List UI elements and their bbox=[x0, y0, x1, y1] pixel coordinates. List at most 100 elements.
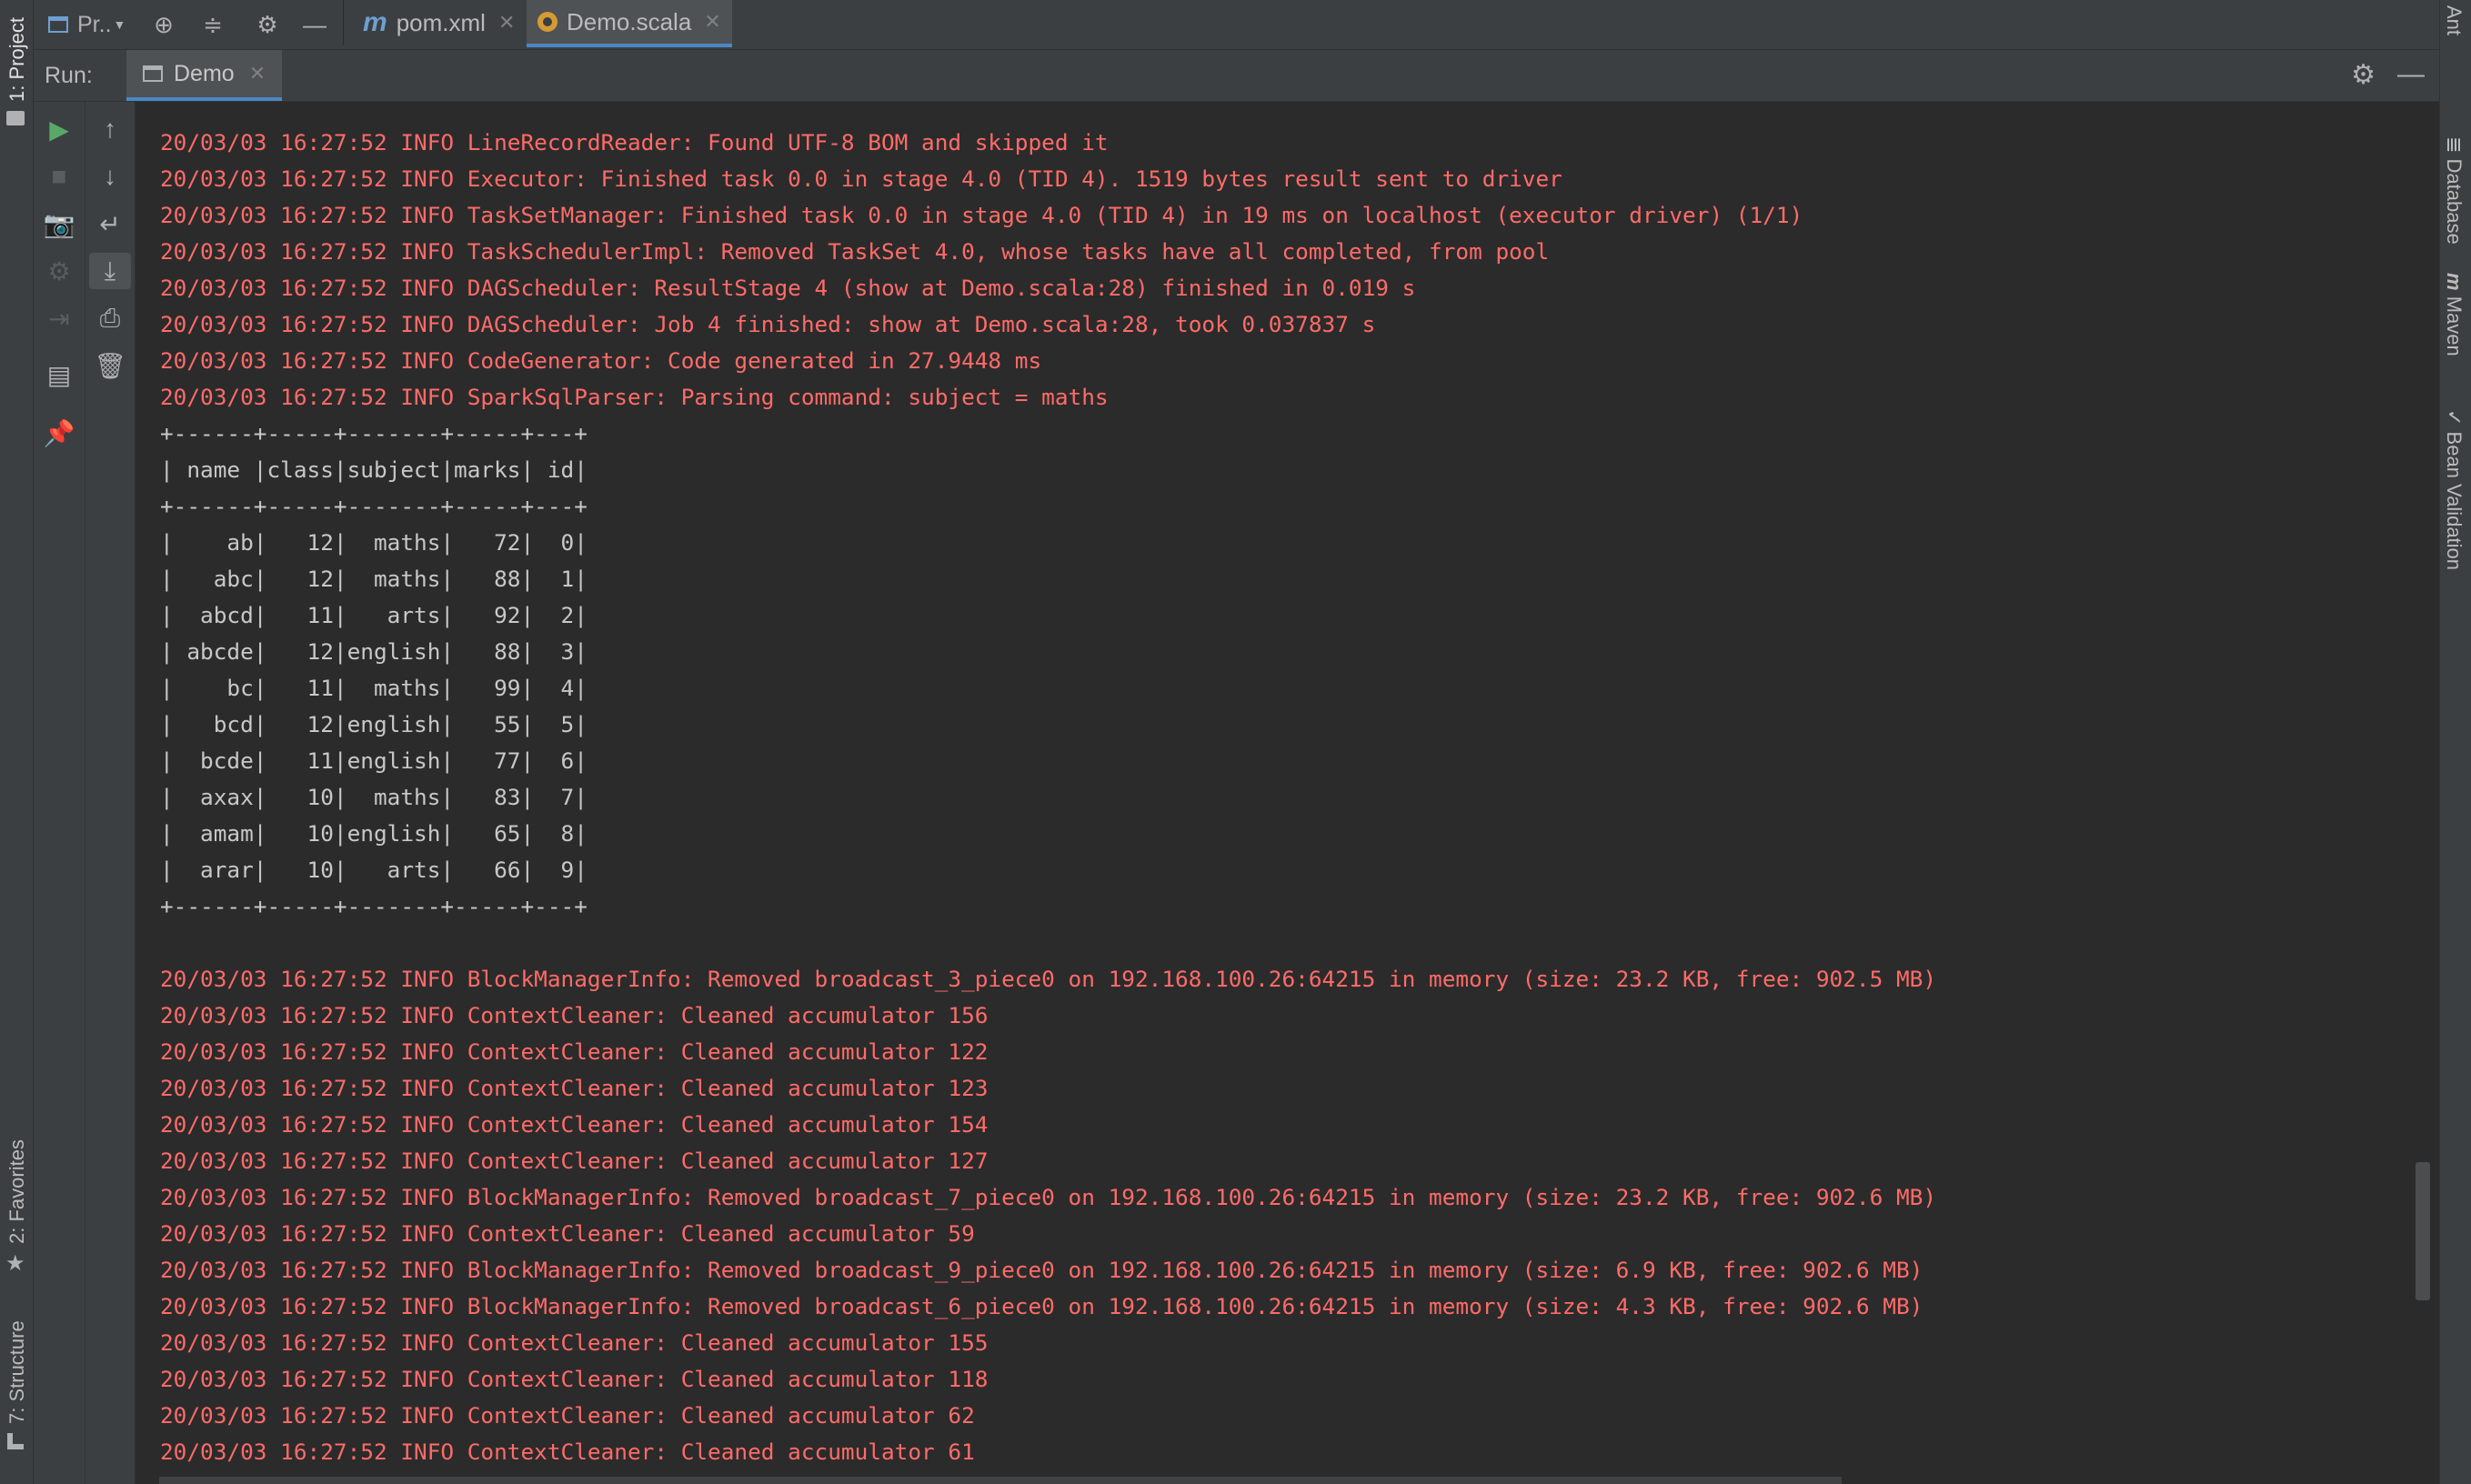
soft-wrap-button[interactable]: ↵ bbox=[85, 206, 135, 242]
console-output-line: +------+-----+-------+-----+---+ bbox=[160, 420, 588, 446]
console-log-line: 20/03/03 16:27:52 INFO BlockManagerInfo:… bbox=[160, 1184, 1937, 1210]
bean-icon: ✓ bbox=[2443, 409, 2466, 432]
star-icon: ★ bbox=[5, 1251, 25, 1276]
tab-demo-scala[interactable]: Demo.scala ✕ bbox=[527, 0, 732, 47]
run-actions-toolbar: ▶ ■ 📷 ⚙ ⇥ ▤ 📌 bbox=[34, 102, 85, 1484]
project-view-selector[interactable]: Pr.. ▼ bbox=[48, 9, 126, 40]
horizontal-scrollbar[interactable] bbox=[136, 1477, 2439, 1484]
bean-validation-tool-tab[interactable]: ✓ Bean Validation bbox=[2442, 409, 2466, 570]
tab-pom-xml[interactable]: m pom.xml ✕ bbox=[352, 0, 526, 45]
camera-icon: 📷 bbox=[43, 209, 75, 238]
console-log-line: 20/03/03 16:27:52 INFO TaskSchedulerImpl… bbox=[160, 238, 1550, 265]
database-icon: ≣ bbox=[2443, 136, 2466, 159]
crosshair-icon: ⊕ bbox=[154, 10, 174, 38]
run-toolbar: Run: Demo ✕ ⚙ — bbox=[34, 50, 2439, 102]
console-output-line: | axax| 10| maths| 83| 7| bbox=[160, 784, 588, 810]
console-log-line: 20/03/03 16:27:52 INFO DAGScheduler: Job… bbox=[160, 311, 1376, 337]
close-icon[interactable]: ✕ bbox=[498, 11, 515, 35]
scala-file-icon bbox=[537, 12, 557, 32]
arrow-up-icon: ↑ bbox=[104, 115, 116, 143]
exit-button[interactable]: ⇥ bbox=[34, 300, 85, 336]
console-log-line: 20/03/03 16:27:52 INFO Executor: Finishe… bbox=[160, 165, 1562, 192]
clear-all-button[interactable]: 🗑 bbox=[85, 347, 135, 384]
left-tool-strip: 1: Project 2: Favorites ★ 7: Structure bbox=[0, 0, 34, 1484]
console-log-line: 20/03/03 16:27:52 INFO BlockManagerInfo:… bbox=[160, 1257, 1924, 1283]
dropdown-arrow-icon: ▼ bbox=[113, 17, 126, 32]
print-button[interactable]: ⎙ bbox=[85, 300, 135, 336]
folder-icon bbox=[6, 111, 25, 125]
console-output-line: | name |class|subject|marks| id| bbox=[160, 456, 588, 483]
structure-tool-tab-label: 7: Structure bbox=[5, 1320, 28, 1424]
dump-threads-button[interactable]: 📷 bbox=[34, 206, 85, 242]
tab-demo-scala-label: Demo.scala bbox=[567, 7, 692, 35]
console-log-line: 20/03/03 16:27:52 INFO DAGScheduler: Res… bbox=[160, 275, 1416, 301]
scroll-end-icon: ⤓ bbox=[104, 256, 116, 285]
gear-bug-icon: ⚙ bbox=[47, 256, 71, 286]
layout-button[interactable]: ▤ bbox=[34, 356, 85, 393]
console-log-line: 20/03/03 16:27:52 INFO ContextCleaner: C… bbox=[160, 1148, 989, 1174]
console-log-line: 20/03/03 16:27:52 INFO ContextCleaner: C… bbox=[160, 1038, 989, 1065]
tab-divider bbox=[343, 0, 344, 45]
console-output-line: | amam| 10|english| 65| 8| bbox=[160, 820, 588, 847]
rerun-button[interactable]: ▶ bbox=[34, 111, 85, 147]
console-log-line: 20/03/03 16:27:52 INFO ContextCleaner: C… bbox=[160, 1402, 975, 1429]
hide-run-panel-button[interactable]: — bbox=[2397, 59, 2425, 90]
console-icon bbox=[143, 65, 163, 82]
trash-icon: 🗑 bbox=[94, 351, 126, 380]
down-stack-button[interactable]: ↓ bbox=[85, 158, 135, 195]
console-output-line: | bcd| 12|english| 55| 5| bbox=[160, 711, 588, 737]
bean-validation-tool-tab-label: Bean Validation bbox=[2443, 431, 2466, 571]
console-output-line: | abcde| 12|english| 88| 3| bbox=[160, 638, 588, 665]
run-label: Run: bbox=[45, 63, 93, 88]
console-log-line: 20/03/03 16:27:52 INFO BlockManagerInfo:… bbox=[160, 966, 1937, 992]
favorites-tool-tab-label: 2: Favorites bbox=[5, 1139, 28, 1244]
vertical-scrollbar-thumb[interactable] bbox=[2416, 1162, 2430, 1300]
console-log-line: 20/03/03 16:27:52 INFO BlockManagerInfo:… bbox=[160, 1293, 1924, 1319]
up-stack-button[interactable]: ↑ bbox=[85, 111, 135, 147]
console-output[interactable]: 20/03/03 16:27:52 INFO LineRecordReader:… bbox=[136, 102, 2439, 1477]
scroll-to-end-button[interactable]: ⤓ bbox=[89, 253, 131, 289]
project-window-icon bbox=[48, 16, 68, 33]
tab-pom-xml-label: pom.xml bbox=[396, 8, 486, 36]
console-output-line: +------+-----+-------+-----+---+ bbox=[160, 493, 588, 519]
hide-panel-button[interactable]: — bbox=[299, 9, 330, 40]
ant-tool-tab-label: Ant bbox=[2443, 5, 2466, 36]
favorites-tool-tab[interactable]: 2: Favorites bbox=[5, 1139, 29, 1244]
arrow-down-icon: ↓ bbox=[104, 162, 116, 190]
run-settings-button[interactable]: ⚙ bbox=[2351, 59, 2376, 91]
maven-tool-tab[interactable]: m Maven bbox=[2442, 273, 2466, 356]
stop-button[interactable]: ■ bbox=[34, 158, 85, 195]
run-tab-demo[interactable]: Demo ✕ bbox=[126, 50, 283, 101]
database-tool-tab[interactable]: ≣ Database bbox=[2442, 136, 2466, 245]
restore-layout-button[interactable]: ⚙ bbox=[34, 253, 85, 289]
pin-tab-button[interactable]: 📌 bbox=[34, 415, 85, 451]
play-icon: ▶ bbox=[49, 115, 69, 144]
gear-icon: ⚙ bbox=[2351, 60, 2376, 90]
console-log-line: 20/03/03 16:27:52 INFO ContextCleaner: C… bbox=[160, 1366, 989, 1392]
minimize-icon: — bbox=[2397, 59, 2425, 89]
console-output-line: | bcde| 11|english| 77| 6| bbox=[160, 747, 588, 774]
collapse-all-button[interactable]: ≑ bbox=[197, 9, 228, 40]
horizontal-scrollbar-thumb[interactable] bbox=[159, 1477, 1842, 1484]
editor-tab-bar: Pr.. ▼ ⊕ ≑ ⚙ — m pom.xml ✕ Demo.scala ✕ bbox=[34, 0, 2439, 50]
settings-button[interactable]: ⚙ bbox=[252, 9, 283, 40]
collapse-icon: ≑ bbox=[203, 10, 223, 38]
gear-icon: ⚙ bbox=[256, 10, 278, 38]
project-view-label: Pr.. bbox=[77, 11, 112, 37]
right-tool-strip: Ant ≣ Database m Maven ✓ Bean Validation bbox=[2439, 0, 2471, 1484]
close-icon[interactable]: ✕ bbox=[704, 10, 720, 34]
close-icon[interactable]: ✕ bbox=[249, 62, 266, 85]
locate-file-button[interactable]: ⊕ bbox=[148, 9, 179, 40]
console-output-line: | arar| 10| arts| 66| 9| bbox=[160, 857, 588, 883]
layout-icon: ▤ bbox=[46, 360, 72, 389]
database-tool-tab-label: Database bbox=[2443, 158, 2466, 245]
structure-tool-tab[interactable]: 7: Structure bbox=[5, 1320, 29, 1424]
console-log-line: 20/03/03 16:27:52 INFO ContextCleaner: C… bbox=[160, 1329, 989, 1356]
project-tool-tab-label: 1: Project bbox=[5, 17, 28, 102]
maven-file-icon: m bbox=[363, 7, 387, 37]
pin-icon: 📌 bbox=[43, 418, 75, 447]
console-output-line: | abcd| 11| arts| 92| 2| bbox=[160, 602, 588, 628]
ant-tool-tab[interactable]: Ant bbox=[2442, 5, 2466, 35]
console-output-line: | abc| 12| maths| 88| 1| bbox=[160, 566, 588, 592]
project-tool-tab[interactable]: 1: Project bbox=[5, 17, 29, 102]
